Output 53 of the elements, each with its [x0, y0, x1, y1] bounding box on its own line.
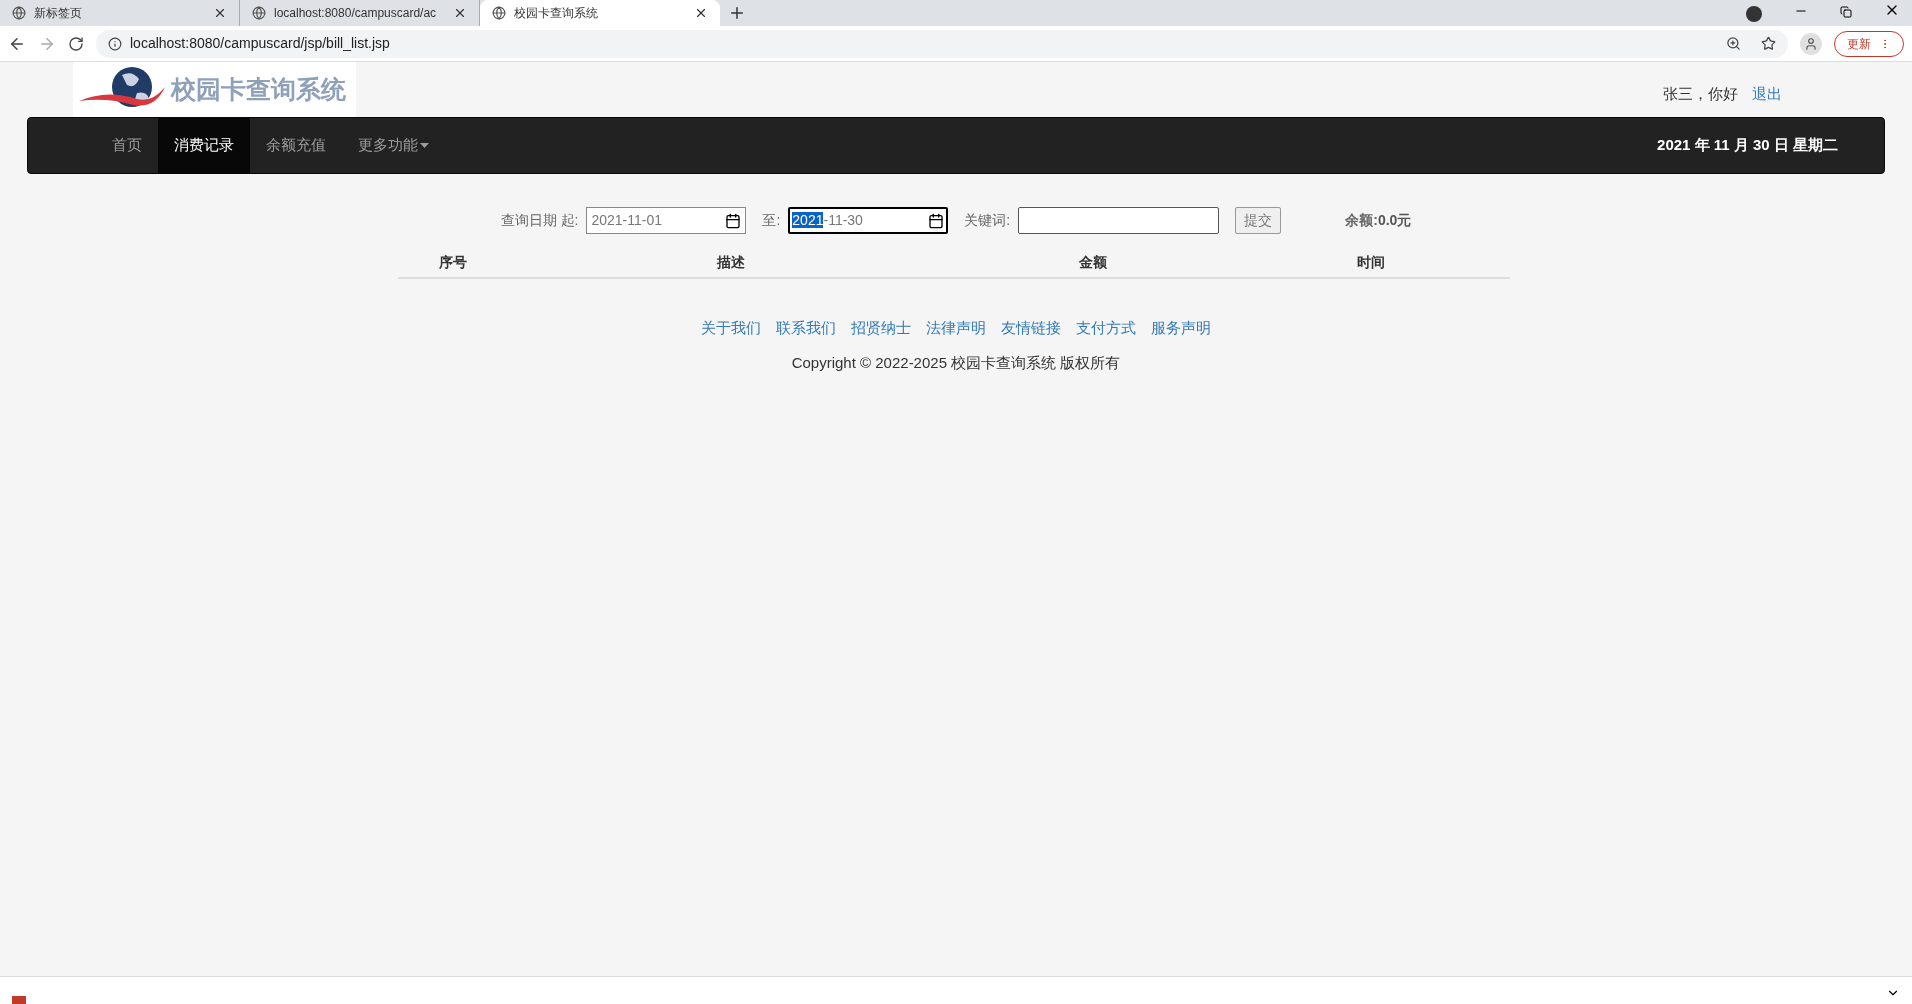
- greeting-text: 张三，你好: [1663, 83, 1738, 104]
- footer-link[interactable]: 服务声明: [1151, 317, 1211, 340]
- new-tab-icon[interactable]: [728, 4, 746, 22]
- balance-label: 余额:: [1345, 211, 1378, 230]
- footer-link[interactable]: 招贤纳士: [851, 317, 911, 340]
- zoom-icon[interactable]: [1726, 36, 1741, 51]
- column-header: 时间: [1356, 252, 1386, 272]
- close-icon[interactable]: [453, 6, 467, 20]
- date-value: 2021-11-01: [591, 211, 662, 230]
- footer-link[interactable]: 法律声明: [926, 317, 986, 340]
- browser-tab[interactable]: 校园卡查询系统: [480, 0, 720, 26]
- column-header: 描述: [716, 252, 746, 272]
- footer-link[interactable]: 支付方式: [1076, 317, 1136, 340]
- tab-title: 校园卡查询系统: [514, 5, 599, 22]
- balance-value: 0.0元: [1377, 211, 1412, 230]
- start-date-label: 查询日期 起:: [500, 211, 579, 230]
- nav-item[interactable]: 余额充值: [250, 118, 342, 173]
- close-icon[interactable]: [213, 6, 227, 20]
- nav-item[interactable]: 消费记录: [158, 118, 250, 173]
- calendar-icon[interactable]: [725, 212, 742, 229]
- end-date-field[interactable]: 2021-11-30: [788, 207, 949, 234]
- caret-icon: [420, 143, 429, 148]
- close-icon[interactable]: [694, 6, 708, 20]
- calendar-icon[interactable]: [928, 212, 945, 229]
- date-value: 2021-11-30: [792, 211, 863, 230]
- tab-title: 新标签页: [34, 5, 83, 22]
- footer-link[interactable]: 友情链接: [1001, 317, 1061, 340]
- nav-item[interactable]: 首页: [96, 118, 158, 173]
- tab-title: localhost:8080/campuscard/ac: [274, 5, 438, 22]
- profile-icon[interactable]: [1800, 32, 1822, 55]
- nav-item[interactable]: 更多功能: [342, 118, 445, 173]
- restore-icon[interactable]: [1840, 6, 1852, 18]
- globe-icon: [252, 6, 266, 20]
- keyword-field[interactable]: [1018, 207, 1220, 234]
- start-date-field[interactable]: 2021-11-01: [586, 207, 747, 234]
- submit-button[interactable]: 提交: [1235, 207, 1282, 234]
- footer-link[interactable]: 联系我们: [776, 317, 836, 340]
- copyright-text: Copyright © 2022-2025 校园卡查询系统 版权所有: [791, 352, 1121, 373]
- address-bar[interactable]: localhost:8080/campuscard/jsp/bill_list.jsp: [96, 29, 1788, 58]
- star-icon[interactable]: [1761, 36, 1776, 51]
- url-text: localhost:8080/campuscard/jsp/bill_list.jsp: [130, 34, 391, 53]
- column-header: 序号: [438, 252, 468, 272]
- keyword-label: 关键词:: [964, 211, 1011, 230]
- column-header: 金额: [1078, 252, 1108, 272]
- globe-icon: [492, 6, 506, 20]
- logo-text: 校园卡查询系统: [171, 73, 346, 105]
- current-date: 2021 年 11 月 30 日 星期二: [1657, 135, 1838, 156]
- end-date-label: 至:: [762, 211, 781, 230]
- footer-link[interactable]: 关于我们: [701, 317, 761, 340]
- info-icon: [108, 36, 122, 51]
- globe-icon: [12, 6, 26, 20]
- logout-link[interactable]: 退出: [1752, 82, 1782, 105]
- reload-icon[interactable]: [68, 35, 84, 52]
